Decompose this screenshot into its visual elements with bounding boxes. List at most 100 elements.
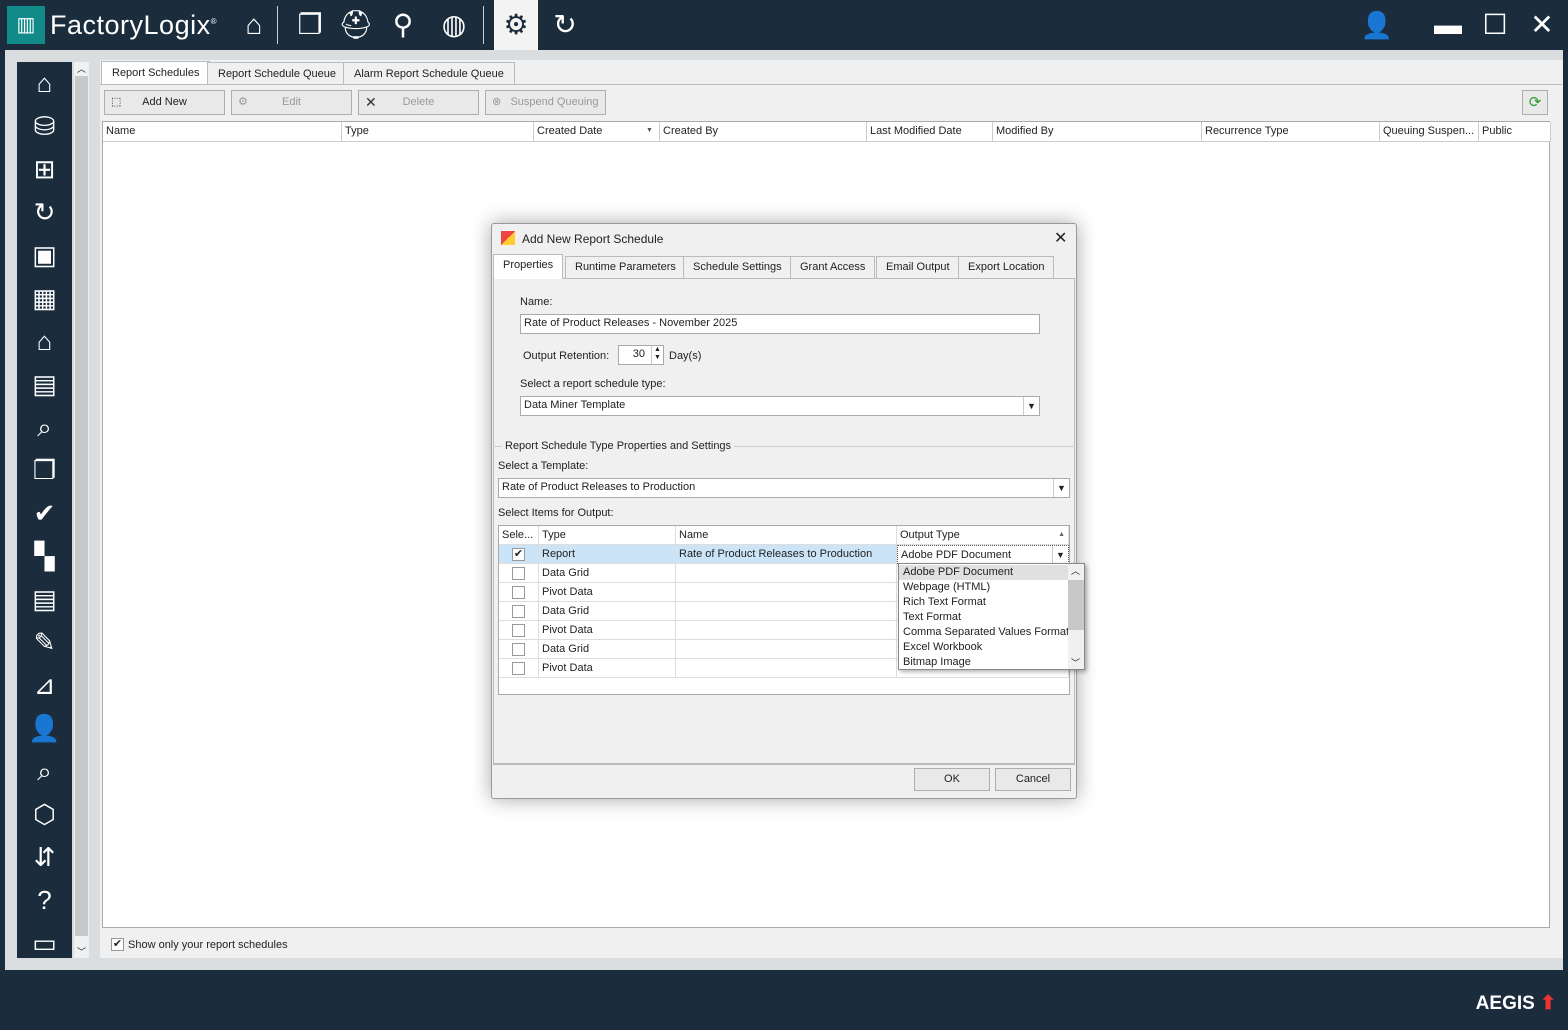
checkbox-checked[interactable]: ✔: [512, 548, 525, 561]
sidebar-module-icon[interactable]: ⌂: [17, 320, 72, 363]
column-header[interactable]: Public: [1479, 122, 1551, 142]
column-header[interactable]: Modified By: [993, 122, 1202, 142]
sidebar-module-icon[interactable]: ✎: [17, 621, 72, 664]
scroll-up-icon[interactable]: ︿: [77, 62, 86, 75]
dropdown-option[interactable]: Rich Text Format: [899, 595, 1069, 610]
sidebar-module-icon[interactable]: ⌂: [17, 62, 72, 105]
chevron-down-icon[interactable]: ▼: [1052, 546, 1068, 563]
dropdown-option[interactable]: Excel Workbook: [899, 640, 1069, 655]
maximize-button[interactable]: ☐: [1473, 0, 1517, 50]
select-cell[interactable]: [499, 564, 539, 583]
dialog-tab[interactable]: Export Location: [958, 256, 1055, 278]
chevron-down-icon[interactable]: ▼: [1023, 397, 1039, 415]
checkbox[interactable]: [512, 662, 525, 675]
sidebar-scrollbar[interactable]: ︿ ﹀: [74, 62, 89, 958]
column-header[interactable]: Created By: [660, 122, 867, 142]
sidebar-module-icon[interactable]: ⊞: [17, 148, 72, 191]
scroll-up-icon[interactable]: ︿: [1071, 564, 1080, 577]
edit-button[interactable]: ⚙ Edit: [231, 90, 352, 115]
dropdown-option[interactable]: Adobe PDF Document: [899, 565, 1069, 580]
tab-report-schedule-queue[interactable]: Report Schedule Queue: [207, 62, 348, 85]
sidebar-module-icon[interactable]: ▣: [17, 234, 72, 277]
chevron-down-icon[interactable]: ▼: [1053, 479, 1069, 497]
report-refresh-icon[interactable]: ↻: [543, 0, 587, 50]
items-column-header[interactable]: Name: [676, 526, 897, 545]
dropdown-option[interactable]: Bitmap Image: [899, 655, 1069, 670]
checkbox[interactable]: [512, 643, 525, 656]
dialog-tab[interactable]: Properties: [493, 254, 564, 279]
dropdown-option[interactable]: Comma Separated Values Format: [899, 625, 1069, 640]
select-cell[interactable]: [499, 621, 539, 640]
show-only-mine-checkbox[interactable]: ✔ Show only your report schedules: [111, 938, 288, 951]
scroll-up-icon[interactable]: ▲: [1058, 531, 1065, 538]
checkbox[interactable]: [512, 624, 525, 637]
refresh-button[interactable]: ⟳: [1522, 90, 1548, 115]
column-header[interactable]: Type: [342, 122, 534, 142]
dialog-tab[interactable]: Runtime Parameters: [565, 256, 686, 278]
globe-icon[interactable]: ◍: [432, 0, 476, 50]
sidebar-module-icon[interactable]: ?: [17, 879, 72, 922]
scroll-down-icon[interactable]: ﹀: [1071, 656, 1080, 669]
sidebar-module-icon[interactable]: ⬡: [17, 793, 72, 836]
sidebar-module-icon[interactable]: ⛁: [17, 105, 72, 148]
items-column-header[interactable]: Type: [539, 526, 676, 545]
sidebar-module-icon[interactable]: ⌕: [17, 750, 72, 793]
checkbox[interactable]: [512, 605, 525, 618]
scrollbar-thumb[interactable]: [75, 76, 88, 936]
dropdown-option[interactable]: Webpage (HTML): [899, 580, 1069, 595]
select-cell[interactable]: ✔: [499, 545, 539, 564]
name-input[interactable]: Rate of Product Releases - November 2025: [520, 314, 1040, 334]
delete-button[interactable]: ✕ Delete: [358, 90, 479, 115]
suspend-queuing-button[interactable]: ⊗ Suspend Queuing: [485, 90, 606, 115]
retention-stepper[interactable]: 30 ▲ ▼: [618, 345, 664, 365]
location-pin-icon[interactable]: ⚲: [381, 0, 425, 50]
ok-button[interactable]: OK: [914, 768, 990, 791]
sidebar-module-icon[interactable]: ⊿: [17, 664, 72, 707]
dropdown-scrollbar[interactable]: ︿ ﹀: [1068, 564, 1084, 669]
sidebar-module-icon[interactable]: ✔: [17, 492, 72, 535]
checkbox-checked[interactable]: ✔: [111, 938, 124, 951]
column-header[interactable]: Last Modified Date: [867, 122, 993, 142]
close-button[interactable]: ✕: [1520, 0, 1564, 50]
cell-output[interactable]: Adobe PDF Document ▼: [897, 545, 1069, 564]
table-row[interactable]: ✔ Report Rate of Product Releases to Produ…: [499, 545, 1069, 564]
user-logout-icon[interactable]: 👤: [1355, 0, 1399, 50]
sidebar-module-icon[interactable]: ▤: [17, 363, 72, 406]
settings-gear-icon[interactable]: ⚙: [494, 0, 538, 50]
sidebar-module-icon[interactable]: ▦: [17, 277, 72, 320]
documents-icon[interactable]: ❐: [288, 0, 332, 50]
sidebar-module-icon[interactable]: 👤: [17, 707, 72, 750]
stepper-arrows-icon[interactable]: ▲ ▼: [651, 346, 663, 364]
checkbox[interactable]: [512, 586, 525, 599]
sidebar-module-icon[interactable]: ▭: [17, 922, 72, 958]
schedule-type-select[interactable]: Data Miner Template ▼: [520, 396, 1040, 416]
tab-alarm-report-schedule-queue[interactable]: Alarm Report Schedule Queue: [343, 62, 515, 85]
dialog-tab[interactable]: Schedule Settings: [683, 256, 792, 278]
scrollbar-thumb[interactable]: [1068, 580, 1084, 630]
dialog-tab[interactable]: Grant Access: [790, 256, 876, 278]
column-header[interactable]: Queuing Suspen...: [1380, 122, 1479, 142]
tab-report-schedules[interactable]: Report Schedules: [101, 61, 211, 85]
sidebar-module-icon[interactable]: ❐: [17, 449, 72, 492]
sidebar-module-icon[interactable]: ▤: [17, 578, 72, 621]
select-cell[interactable]: [499, 640, 539, 659]
scroll-down-icon[interactable]: ﹀: [77, 945, 86, 958]
sidebar-module-icon[interactable]: ↻: [17, 191, 72, 234]
column-header[interactable]: Name: [103, 122, 342, 142]
sidebar-module-icon[interactable]: ⌕: [17, 406, 72, 449]
column-header[interactable]: Recurrence Type: [1202, 122, 1380, 142]
items-column-header[interactable]: Output Type: [897, 526, 1069, 545]
select-cell[interactable]: [499, 659, 539, 678]
home-icon[interactable]: ⌂: [232, 0, 276, 50]
hardhat-icon[interactable]: ⛑: [334, 0, 378, 50]
dialog-close-icon[interactable]: ✕: [1054, 228, 1067, 248]
dropdown-option[interactable]: Text Format: [899, 610, 1069, 625]
select-cell[interactable]: [499, 602, 539, 621]
dialog-tab[interactable]: Email Output: [876, 256, 960, 278]
minimize-button[interactable]: ▬: [1426, 0, 1470, 50]
template-select[interactable]: Rate of Product Releases to Production ▼: [498, 478, 1070, 498]
checkbox[interactable]: [512, 567, 525, 580]
add-new-button[interactable]: ⬚ Add New: [104, 90, 225, 115]
sidebar-module-icon[interactable]: ▚: [17, 535, 72, 578]
items-column-header[interactable]: Sele...: [499, 526, 539, 545]
